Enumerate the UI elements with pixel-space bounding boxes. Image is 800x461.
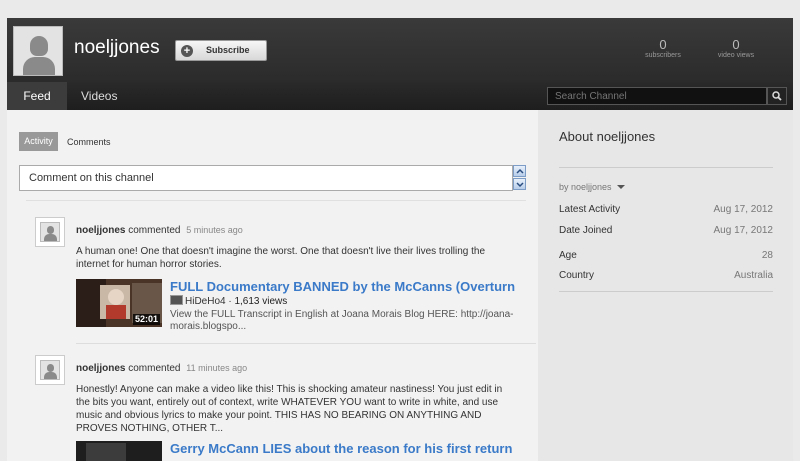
feed-divider (26, 200, 526, 201)
comment-input[interactable]: Comment on this channel (19, 165, 513, 191)
info-value: Aug 17, 2012 (713, 225, 774, 236)
subscribers-count: 0 (659, 37, 667, 52)
search-icon (772, 91, 782, 101)
item-avatar[interactable] (35, 217, 65, 247)
about-title: About noeljjones (559, 129, 656, 144)
info-value: 28 (761, 250, 773, 261)
channel-name[interactable]: noeljjones (74, 37, 160, 59)
video-views-count: 0 (732, 37, 740, 52)
feed-item: noeljjones commented 5 minutes ago A hum… (35, 217, 536, 347)
subscribers-stat: 0 subscribers (637, 37, 689, 60)
video-thumbnail[interactable] (76, 441, 162, 461)
tab-activity[interactable]: Activity (19, 132, 58, 151)
byline-text: by noeljjones (559, 182, 612, 192)
avatar-body-shape (23, 57, 55, 75)
plus-icon: + (181, 45, 193, 57)
info-value: Aug 17, 2012 (713, 204, 774, 215)
channel-header: noeljjones + Subscribe 0 subscribers 0 v… (7, 18, 793, 82)
chevron-up-icon (516, 168, 524, 174)
video-uploader[interactable]: HiDeHo4 (185, 296, 226, 307)
tab-comments[interactable]: Comments (67, 137, 111, 147)
video-views-stat: 0 video views (710, 37, 762, 60)
item-author[interactable]: noeljjones (76, 225, 125, 236)
video-title-link[interactable]: FULL Documentary BANNED by the McCanns (… (170, 279, 515, 294)
tab-feed[interactable]: Feed (7, 82, 67, 110)
about-divider (559, 167, 773, 168)
uploader-thumb-icon (170, 295, 183, 305)
info-key: Date Joined (559, 225, 613, 236)
activity-feed: Activity Comments Comment on this channe… (7, 110, 538, 461)
scroll-up-button[interactable] (513, 165, 526, 177)
info-value: Australia (734, 270, 773, 281)
item-author-line: noeljjones commented 5 minutes ago (76, 225, 243, 236)
search-button[interactable] (767, 87, 787, 105)
about-sidebar: About noeljjones by noeljjones Latest Ac… (538, 110, 793, 461)
item-verb: commented (128, 225, 181, 236)
video-meta: HiDeHo4 · 1,613 views (170, 295, 287, 307)
about-byline[interactable]: by noeljjones (559, 182, 625, 192)
scroll-down-button[interactable] (513, 178, 526, 190)
comment-scrollbar[interactable] (513, 165, 526, 191)
info-key: Latest Activity (559, 204, 621, 215)
subscribe-label: Subscribe (206, 45, 250, 55)
feed-item: noeljjones commented 11 minutes ago Hone… (35, 355, 515, 461)
subscribe-button[interactable]: + Subscribe (175, 40, 267, 61)
video-duration: 52:01 (132, 314, 160, 325)
thumbnail-image (76, 441, 162, 461)
info-key: Country (559, 270, 595, 281)
avatar-head-shape (30, 36, 48, 56)
about-divider (559, 291, 773, 292)
video-views-caption: video views (717, 52, 755, 59)
item-avatar[interactable] (35, 355, 65, 385)
channel-nav: Feed Videos (7, 82, 793, 110)
item-author[interactable]: noeljjones (76, 363, 125, 374)
item-time: 5 minutes ago (186, 225, 243, 235)
chevron-down-icon (516, 182, 524, 188)
item-author-line: noeljjones commented 11 minutes ago (76, 363, 247, 374)
item-divider (76, 343, 536, 344)
caret-down-icon (616, 185, 625, 189)
video-views: 1,613 views (234, 296, 288, 307)
item-verb: commented (128, 363, 181, 374)
tab-videos[interactable]: Videos (81, 82, 117, 110)
subscribers-caption: subscribers (645, 52, 681, 59)
info-key: Age (559, 250, 577, 261)
video-title-link[interactable]: Gerry McCann LIES about the reason for h… (170, 441, 515, 456)
search-channel-input[interactable] (547, 87, 767, 105)
video-description: View the FULL Transcript in English at J… (170, 309, 514, 332)
item-time: 11 minutes ago (186, 363, 248, 373)
channel-avatar[interactable] (13, 26, 63, 76)
item-comment-text: Honestly! Anyone can make a video like t… (76, 384, 503, 434)
video-thumbnail[interactable]: 52:01 (76, 279, 162, 327)
item-comment-text: A human one! One that doesn't imagine th… (76, 246, 486, 270)
channel-page: noeljjones + Subscribe 0 subscribers 0 v… (0, 0, 800, 461)
